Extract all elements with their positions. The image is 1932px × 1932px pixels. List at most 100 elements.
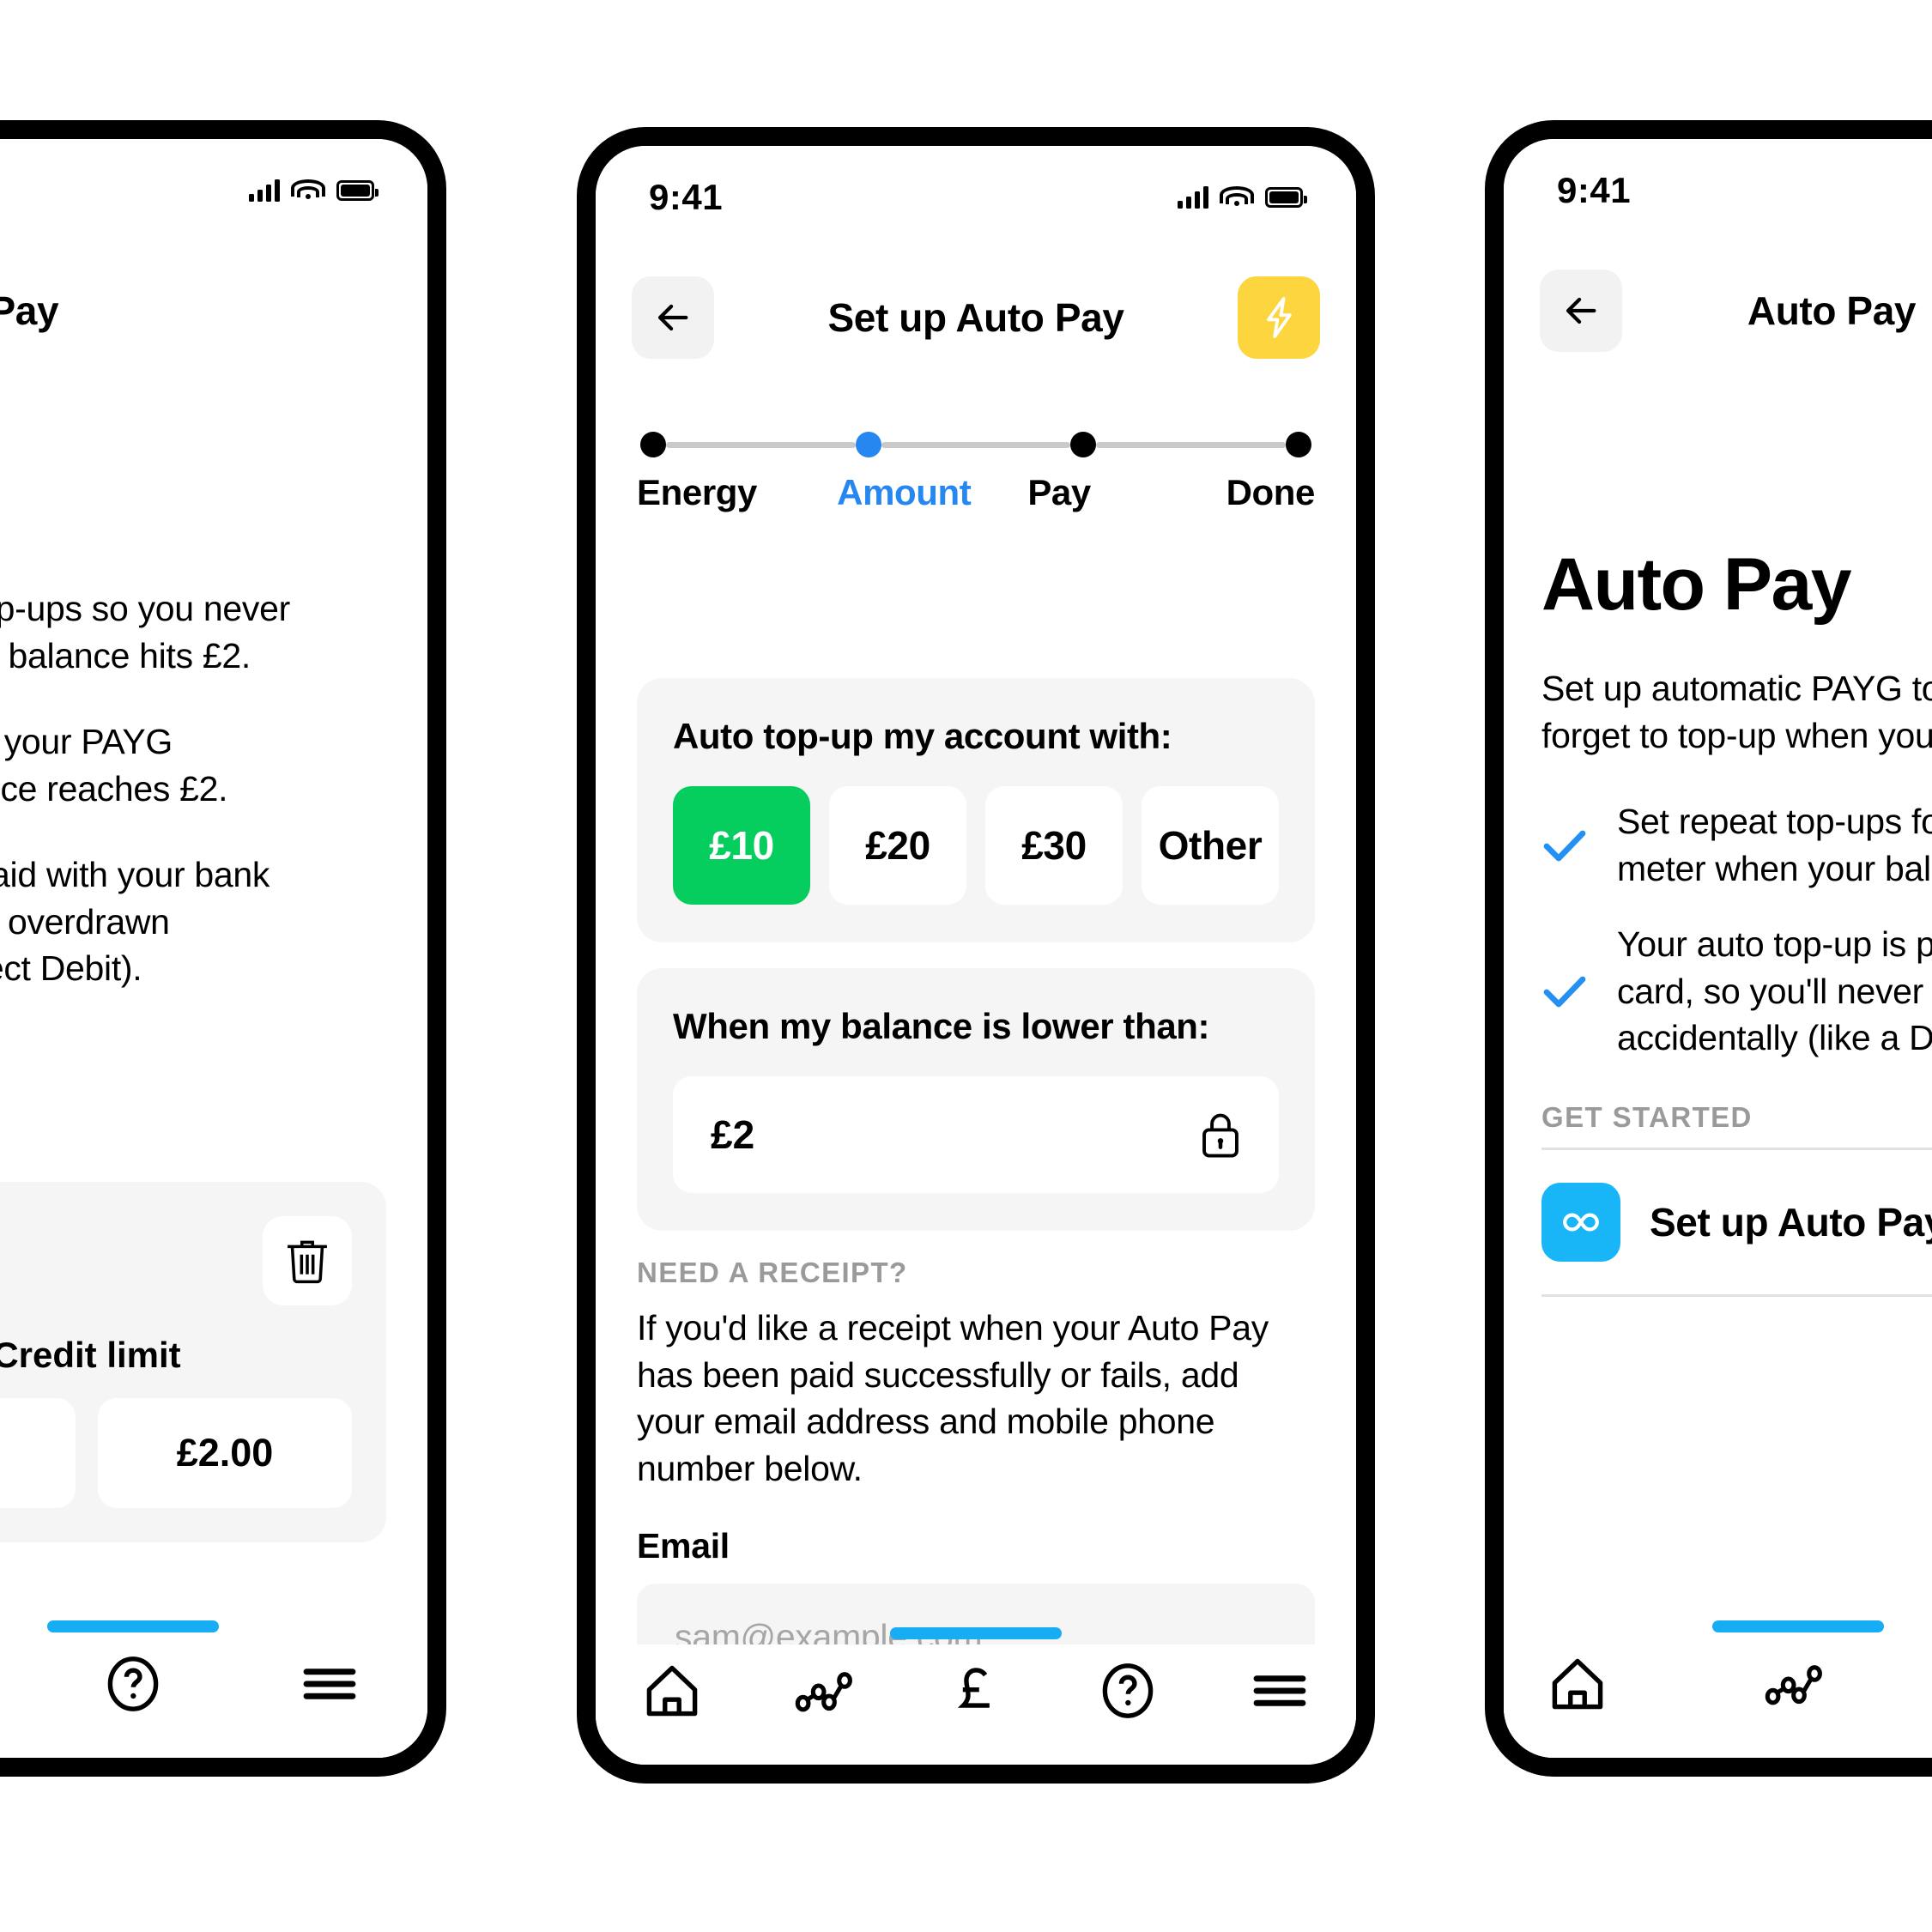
- nav-bar-mid: Set up Auto Pay: [596, 266, 1356, 369]
- amount-option-10[interactable]: £10: [673, 786, 810, 905]
- step-dot-energy[interactable]: [640, 432, 666, 457]
- quick-action-button[interactable]: [1238, 276, 1320, 359]
- pound-icon: [957, 1668, 990, 1708]
- trash-icon: [288, 1240, 327, 1284]
- progress-stepper: Energy Amount Pay Done: [637, 429, 1315, 513]
- mid-body: Auto top-up my account with: £10 £20 £30…: [596, 678, 1356, 1765]
- credit-field-hidden[interactable]: [0, 1398, 76, 1508]
- screenshot-stage: 9:41 Auto Pay c PAYG top-ups so you neve…: [0, 0, 1932, 1932]
- back-button-right[interactable]: [1540, 270, 1622, 352]
- left-line-6: ll never go overdrawn: [0, 901, 170, 942]
- screen-right: 9:41 Auto Pay Auto Pay Set up automatic …: [1504, 139, 1932, 1758]
- phone-middle: 9:41 Set up Auto Pay Energy Amount Pay D…: [577, 127, 1375, 1784]
- step-label-pay[interactable]: Pay: [1022, 472, 1226, 513]
- arrow-left-icon: [657, 304, 688, 331]
- tab-menu-mid[interactable]: [1247, 1658, 1312, 1723]
- step-label-amount[interactable]: Amount: [833, 472, 1022, 513]
- step-dot-amount[interactable]: [855, 432, 881, 457]
- left-line-5: op-up is paid with your bank: [0, 855, 270, 895]
- tab-pound-mid[interactable]: [943, 1658, 1008, 1723]
- credit-limit-fields: £2.00: [0, 1398, 352, 1508]
- threshold-value: £2: [711, 1112, 755, 1157]
- left-line-7: (like a Direct Debit).: [0, 948, 142, 989]
- status-icons-mid: [1178, 186, 1307, 209]
- page-title-right: Auto Pay: [1747, 288, 1917, 333]
- back-button[interactable]: [632, 276, 714, 359]
- amount-option-20[interactable]: £20: [829, 786, 966, 905]
- status-bar-right: 9:41: [1504, 139, 1932, 242]
- amount-options: £10 £20 £30 Other: [673, 786, 1279, 905]
- check-icon: [1543, 976, 1586, 1008]
- battery-icon: [1265, 187, 1307, 208]
- topup-amount-card: Auto top-up my account with: £10 £20 £30…: [637, 678, 1315, 942]
- list-item[interactable]: Set up Auto Pay: [1541, 1150, 1932, 1294]
- status-bar-mid: 9:41: [596, 146, 1356, 249]
- right-body: Auto Pay Set up automatic PAYG top-u for…: [1541, 542, 1932, 1297]
- usage-chart-icon: [795, 1672, 852, 1712]
- step-dot-pay[interactable]: [1070, 432, 1097, 457]
- step-label-energy[interactable]: Energy: [637, 472, 833, 513]
- headline: Auto Pay: [1541, 543, 1852, 626]
- get-started-label: GET STARTED: [1541, 1100, 1753, 1133]
- benefit-text: Your auto top-up is paid card, so you'll…: [1617, 921, 1932, 1062]
- balance-threshold-card: When my balance is lower than: £2: [637, 968, 1315, 1231]
- tab-usage-mid[interactable]: [791, 1658, 857, 1723]
- status-time-mid: 9:41: [649, 177, 724, 217]
- step-label-done[interactable]: Done: [1226, 472, 1316, 513]
- lightning-bolt-icon: [1267, 297, 1292, 338]
- tab-home-mid[interactable]: [639, 1658, 705, 1723]
- left-paragraph-3: op-up is paid with your bank ll never go…: [0, 851, 386, 992]
- benefit-item: Your auto top-up is paid card, so you'll…: [1541, 921, 1932, 1062]
- intro-text: Set up automatic PAYG top-u forget to to…: [1541, 665, 1932, 759]
- tab-usage-right[interactable]: [1761, 1651, 1826, 1717]
- home-indicator-mid: [596, 1627, 1356, 1639]
- list-divider-bottom: [1541, 1293, 1932, 1297]
- benefit-item: Set repeat top-ups for yo meter when you…: [1541, 798, 1932, 892]
- list-item-label: Set up Auto Pay: [1650, 1199, 1932, 1245]
- amount-option-other[interactable]: Other: [1142, 786, 1279, 905]
- home-icon: [646, 1665, 697, 1717]
- tab-bar-mid: [596, 1644, 1356, 1765]
- page-title-left: Auto Pay: [0, 288, 59, 333]
- stepper-track: [637, 429, 1315, 460]
- home-icon: [1552, 1658, 1603, 1710]
- help-icon: [1102, 1663, 1154, 1718]
- signal-bars-icon: [249, 179, 280, 202]
- tab-bar-left: [0, 1638, 427, 1758]
- home-indicator-right: [1504, 1620, 1932, 1632]
- amount-option-30[interactable]: £30: [985, 786, 1123, 905]
- home-indicator-left: [0, 1620, 427, 1632]
- topup-card-title: Auto top-up my account with:: [673, 716, 1172, 756]
- lock-icon: [1202, 1113, 1239, 1158]
- status-time-right: 9:41: [1557, 170, 1632, 210]
- credit-limit-card: Credit limit £2.00: [0, 1182, 386, 1542]
- threshold-field[interactable]: £2: [673, 1076, 1279, 1193]
- left-line-4: your balance reaches £2.: [0, 768, 228, 809]
- usage-chart-icon: [1765, 1665, 1822, 1705]
- step-line-3: [1096, 441, 1287, 448]
- left-body: c PAYG top-ups so you never when your ba…: [0, 585, 386, 992]
- screen-left: 9:41 Auto Pay c PAYG top-ups so you neve…: [0, 139, 427, 1758]
- stepper-labels: Energy Amount Pay Done: [637, 472, 1315, 513]
- benefit-2-line-2: card, so you'll never go ov: [1617, 971, 1932, 1011]
- menu-icon: [1253, 1675, 1306, 1706]
- tab-help-left[interactable]: [100, 1651, 166, 1717]
- benefit-1-line-1: Set repeat top-ups for yo: [1617, 802, 1932, 842]
- tab-menu-left[interactable]: [297, 1651, 362, 1717]
- wifi-icon: [1220, 186, 1254, 209]
- left-line-1: c PAYG top-ups so you never: [0, 589, 290, 628]
- phone-left: 9:41 Auto Pay c PAYG top-ups so you neve…: [0, 120, 446, 1777]
- help-icon: [107, 1656, 159, 1711]
- benefit-1-line-2: meter when your balance: [1617, 848, 1932, 888]
- infinity-icon: [1563, 1213, 1599, 1232]
- delete-button[interactable]: [263, 1216, 352, 1305]
- tab-home-right[interactable]: [1545, 1651, 1610, 1717]
- step-dot-done[interactable]: [1286, 432, 1312, 457]
- status-bar-left: 9:41: [0, 139, 427, 242]
- credit-limit-value[interactable]: £2.00: [98, 1398, 352, 1508]
- infinity-badge: [1541, 1182, 1620, 1262]
- tab-help-mid[interactable]: [1095, 1658, 1160, 1723]
- intro-line-2: forget to top-up when your b: [1541, 715, 1932, 755]
- step-line-2: [881, 441, 1071, 448]
- tab-bar-right: [1504, 1638, 1932, 1758]
